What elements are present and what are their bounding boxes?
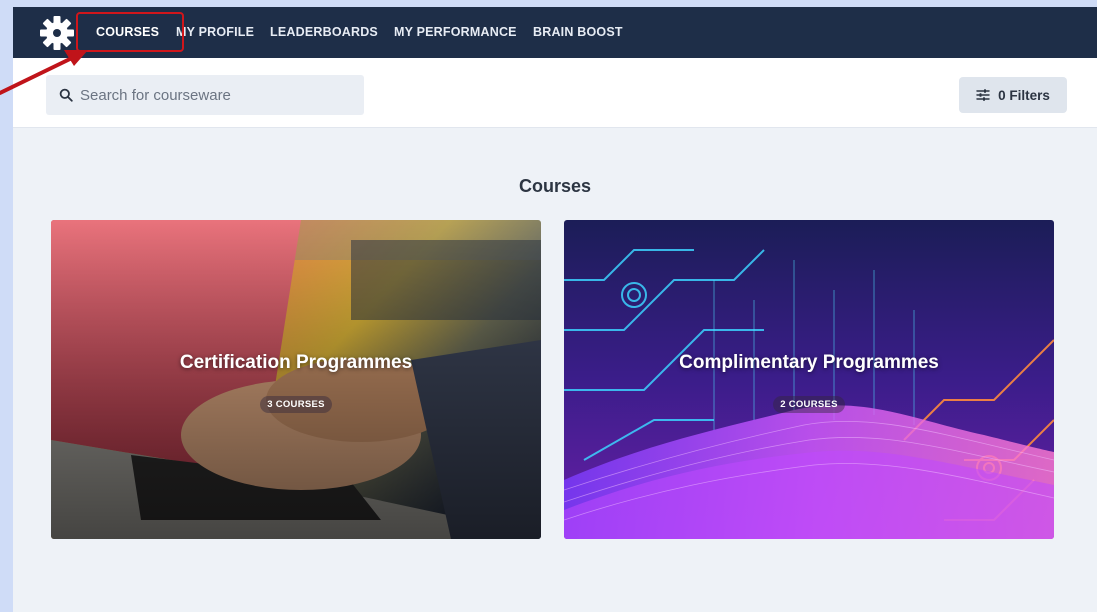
card-image-laptop: [51, 220, 541, 539]
nav-item-my-profile[interactable]: MY PROFILE: [176, 7, 254, 58]
course-card-certification[interactable]: Certification Programmes 3 COURSES: [51, 220, 541, 539]
filters-button[interactable]: 0 Filters: [959, 77, 1067, 113]
section-title: Courses: [518, 176, 592, 196]
card-image-circuit: [564, 220, 1054, 539]
nav-item-leaderboards[interactable]: LEADERBOARDS: [270, 7, 378, 58]
app-window: COURSES MY PROFILE LEADERBOARDS MY PERFO…: [13, 7, 1097, 612]
filters-label: 0 Filters: [998, 87, 1050, 103]
nav-item-brain-boost[interactable]: BRAIN BOOST: [533, 7, 623, 58]
course-count-badge: 3 COURSES: [260, 396, 332, 413]
course-card-complimentary[interactable]: Complimentary Programmes 2 COURSES: [564, 220, 1054, 539]
top-navbar: COURSES MY PROFILE LEADERBOARDS MY PERFO…: [13, 7, 1097, 58]
gear-logo-icon[interactable]: [38, 15, 76, 51]
nav-item-my-performance[interactable]: MY PERFORMANCE: [394, 7, 517, 58]
search-box[interactable]: [46, 75, 364, 115]
search-input[interactable]: [80, 75, 360, 115]
card-title: Certification Programmes: [179, 352, 413, 373]
card-title: Complimentary Programmes: [679, 352, 939, 373]
course-count-badge: 2 COURSES: [773, 396, 845, 413]
search-toolbar: 0 Filters: [13, 58, 1097, 128]
sliders-icon: [976, 89, 990, 101]
search-icon: [59, 88, 73, 102]
courses-highlight-box: [76, 12, 184, 52]
